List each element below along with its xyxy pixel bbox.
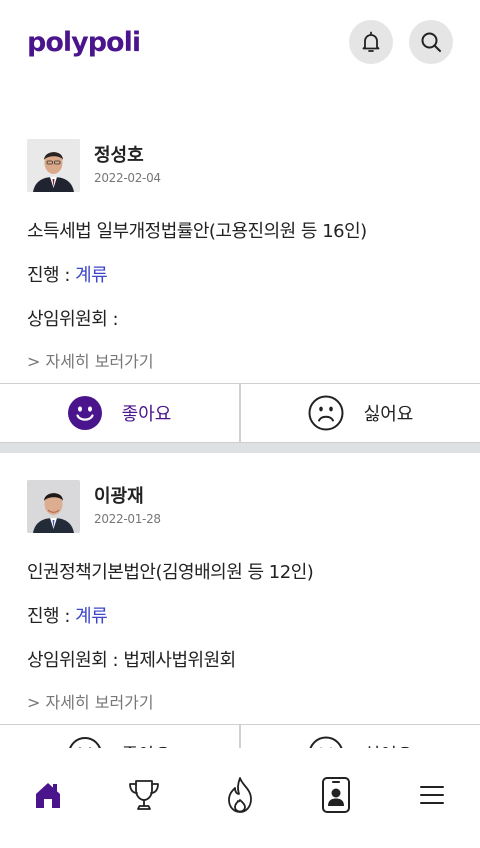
nav-trending[interactable]	[210, 765, 270, 825]
reaction-bar: 좋아요 싫어요	[0, 383, 480, 443]
committee-label: 상임위원회 :	[27, 309, 119, 330]
search-button[interactable]	[409, 20, 453, 64]
dislike-button[interactable]: 싫어요	[239, 384, 480, 442]
bottom-navigation	[0, 748, 480, 848]
card-separator	[0, 443, 480, 453]
like-label: 좋아요	[121, 404, 172, 425]
nav-profile[interactable]	[306, 765, 366, 825]
app-screen: polypoli 정성호 2022-02-04 소득세법 일부개정법률안(고용진…	[0, 0, 480, 848]
bill-title[interactable]: 소득세법 일부개정법률안(고용진의원 등 16인)	[0, 221, 480, 243]
bell-icon	[362, 31, 380, 52]
like-button[interactable]: 좋아요	[0, 384, 239, 442]
profile-card-icon	[322, 777, 350, 813]
header-actions	[349, 20, 453, 64]
post-date: 2022-01-28	[94, 512, 161, 526]
politician-photo-icon	[27, 479, 80, 533]
bill-card: 이광재 2022-01-28 인권정책기본법안(김영배의원 등 12인) 진행 …	[0, 453, 480, 784]
nav-ranking[interactable]	[114, 765, 174, 825]
status-label: 진행 :	[27, 265, 76, 286]
detail-link[interactable]: > 자세히 보러가기	[0, 352, 480, 372]
politician-photo-icon	[27, 138, 80, 192]
trophy-icon	[129, 780, 159, 810]
status-label: 진행 :	[27, 606, 76, 627]
top-bar: polypoli	[0, 0, 480, 84]
author-row: 정성호 2022-02-04	[0, 120, 480, 192]
fire-icon	[228, 777, 252, 813]
author-row: 이광재 2022-01-28	[0, 453, 480, 533]
status-value: 계류	[75, 606, 108, 627]
author-name: 정성호	[94, 145, 144, 166]
nav-menu[interactable]	[402, 765, 462, 825]
bill-title[interactable]: 인권정책기본법안(김영배의원 등 12인)	[0, 562, 480, 584]
committee-value: 법제사법위원회	[123, 650, 236, 671]
search-icon	[421, 32, 441, 52]
status-row: 진행 : 계류	[0, 265, 480, 287]
menu-icon	[420, 786, 444, 804]
bill-feed: 정성호 2022-02-04 소득세법 일부개정법률안(고용진의원 등 16인)…	[0, 120, 480, 784]
bill-card: 정성호 2022-02-04 소득세법 일부개정법률안(고용진의원 등 16인)…	[0, 120, 480, 443]
frown-icon	[308, 395, 344, 431]
dislike-label: 싫어요	[363, 404, 414, 425]
app-logo[interactable]: polypoli	[27, 27, 141, 58]
committee-label: 상임위원회 :	[27, 650, 124, 671]
status-row: 진행 : 계류	[0, 606, 480, 628]
author-name: 이광재	[94, 486, 144, 507]
smile-icon	[67, 396, 102, 430]
avatar[interactable]	[27, 138, 80, 192]
detail-link[interactable]: > 자세히 보러가기	[0, 693, 480, 713]
notification-button[interactable]	[349, 20, 393, 64]
committee-row: 상임위원회 : 법제사법위원회	[0, 650, 480, 672]
post-date: 2022-02-04	[94, 171, 161, 185]
committee-row: 상임위원회 :	[0, 309, 480, 331]
nav-home[interactable]	[18, 765, 78, 825]
avatar[interactable]	[27, 479, 80, 533]
status-value: 계류	[75, 265, 108, 286]
home-icon	[36, 783, 60, 808]
